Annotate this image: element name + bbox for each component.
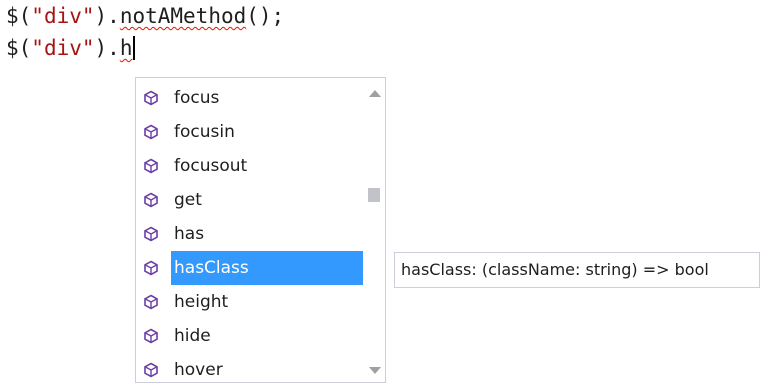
method-cube-icon xyxy=(142,225,160,243)
method-cube-icon xyxy=(142,327,160,345)
signature-tooltip: hasClass: (className: string) => bool xyxy=(394,252,760,288)
code-line-2[interactable]: $("div").h xyxy=(6,34,136,62)
completion-item[interactable]: focus xyxy=(136,81,363,115)
method-cube-icon xyxy=(142,293,160,311)
method-cube-icon xyxy=(142,259,160,277)
code-editor[interactable]: $("div").notAMethod(); $("div").h focus f… xyxy=(0,0,762,383)
completion-item[interactable]: focusin xyxy=(136,115,363,149)
code-token: ). xyxy=(94,4,120,28)
completion-item-label: focusout xyxy=(174,156,248,176)
completion-item-label: height xyxy=(174,292,229,312)
string-literal: "div" xyxy=(31,4,95,28)
scroll-thumb[interactable] xyxy=(368,188,380,202)
method-cube-icon xyxy=(142,123,160,141)
completion-item-label: focusin xyxy=(174,122,235,142)
completion-item[interactable]: hover xyxy=(136,353,363,382)
completion-item-label: get xyxy=(174,190,202,210)
code-line-1[interactable]: $("div").notAMethod(); xyxy=(6,2,284,30)
string-literal: "div" xyxy=(31,36,95,60)
completion-item[interactable]: has xyxy=(136,217,363,251)
code-token: $( xyxy=(6,4,32,28)
completion-item-label: focus xyxy=(174,88,220,108)
code-token: ). xyxy=(94,36,120,60)
intellisense-completion-list[interactable]: focus focusin focusout get has hasClass height… xyxy=(135,77,386,383)
error-squiggle-member[interactable]: notAMethod xyxy=(120,4,246,28)
method-cube-icon xyxy=(142,361,160,379)
completion-item-label: hasClass xyxy=(171,251,363,285)
typed-text: h xyxy=(119,36,133,60)
completion-item[interactable]: hasClass xyxy=(136,251,363,285)
completion-item[interactable]: get xyxy=(136,183,363,217)
completion-item[interactable]: height xyxy=(136,285,363,319)
code-token: $( xyxy=(6,36,32,60)
completion-item-label: hover xyxy=(174,360,223,380)
completion-item[interactable]: focusout xyxy=(136,149,363,183)
code-token: (); xyxy=(246,4,285,28)
method-cube-icon xyxy=(142,89,160,107)
text-cursor xyxy=(133,36,136,60)
method-cube-icon xyxy=(142,157,160,175)
completion-scrollbar[interactable] xyxy=(363,78,385,382)
scroll-up-arrow-icon[interactable] xyxy=(369,90,381,97)
completion-item-label: has xyxy=(174,224,205,244)
scroll-down-arrow-icon[interactable] xyxy=(369,367,381,374)
method-cube-icon xyxy=(142,191,160,209)
completion-item-label: hide xyxy=(174,326,211,346)
completion-item[interactable]: hide xyxy=(136,319,363,353)
